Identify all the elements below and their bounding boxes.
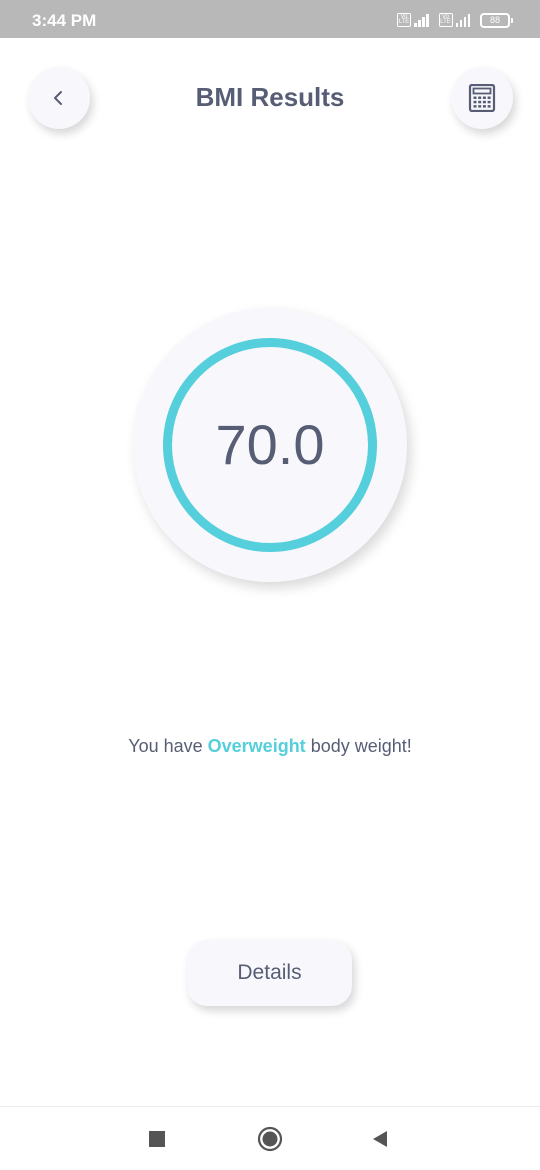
square-icon [149, 1131, 165, 1147]
home-button[interactable] [248, 1117, 292, 1161]
bmi-results-screen: 3:44 PM Vo LTE Vo LTE 88 BMI Results 70.… [0, 0, 540, 1170]
message-suffix: body weight! [305, 736, 412, 756]
calculator-button[interactable] [451, 67, 513, 129]
signal-strength-icon [414, 13, 429, 27]
lte-icon: Vo LTE [397, 13, 411, 27]
message-prefix: You have [128, 736, 208, 756]
bmi-value: 70.0 [215, 413, 325, 476]
recents-button[interactable] [135, 1117, 179, 1161]
sim1-signal: Vo LTE [397, 13, 429, 27]
status-icons: Vo LTE Vo LTE 88 [397, 11, 513, 29]
result-message: You have Overweight body weight! [0, 736, 540, 757]
details-button[interactable]: Details [187, 940, 352, 1006]
navigation-bar [0, 1106, 540, 1170]
sim2-signal: Vo LTE [438, 13, 470, 27]
weight-category: Overweight [207, 736, 306, 756]
battery-icon: 88 [480, 12, 513, 28]
signal-strength-icon [455, 13, 470, 27]
triangle-back-icon [373, 1131, 387, 1147]
system-back-button[interactable] [358, 1117, 402, 1161]
status-time: 3:44 PM [32, 11, 97, 30]
circle-icon [257, 1126, 283, 1152]
lte-icon: Vo LTE [438, 13, 453, 27]
calculator-icon [468, 84, 496, 112]
status-bar: 3:44 PM Vo LTE Vo LTE 88 [0, 0, 540, 38]
